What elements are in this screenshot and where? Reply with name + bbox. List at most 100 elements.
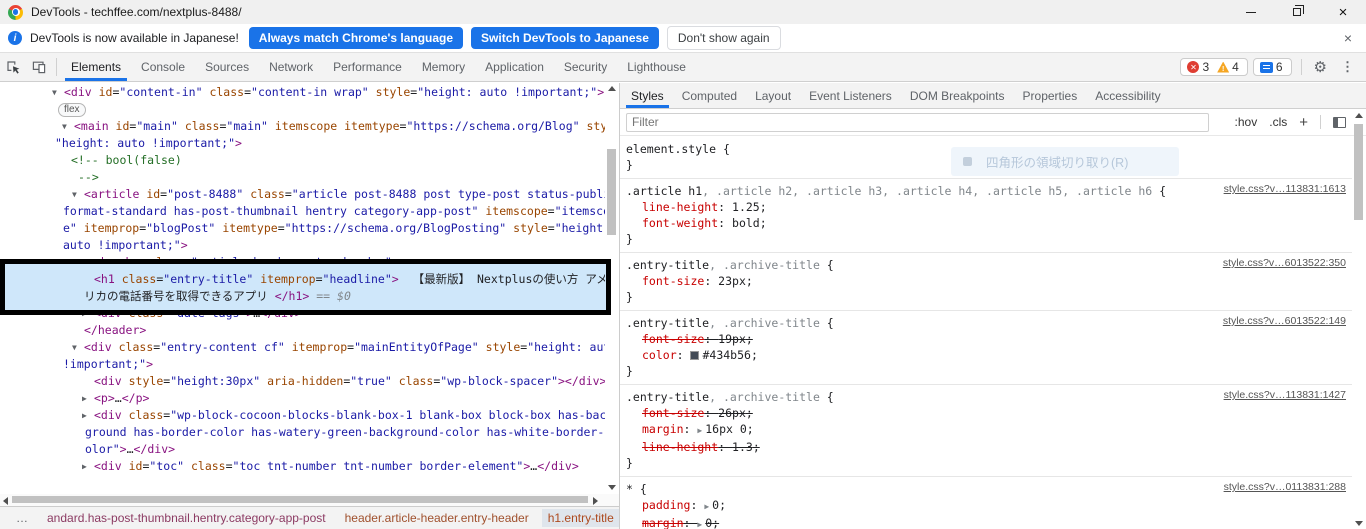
tab-console[interactable]: Console: [131, 53, 195, 81]
tab-application[interactable]: Application: [475, 53, 554, 81]
code-segment: itemtype: [222, 221, 278, 235]
dom-tree-row[interactable]: format-standard has-post-thumbnail hentr…: [0, 203, 605, 220]
sidebar-tab-properties[interactable]: Properties: [1014, 83, 1087, 108]
dom-tree-row[interactable]: -->: [0, 169, 605, 186]
sidebar-tab-computed[interactable]: Computed: [673, 83, 746, 108]
css-property[interactable]: font-size: 26px;: [626, 405, 1346, 421]
sidebar-tab-styles[interactable]: Styles: [622, 83, 673, 108]
breadcrumb-item[interactable]: andard.has-post-thumbnail.hentry.categor…: [41, 509, 332, 527]
breadcrumb-overflow[interactable]: …: [10, 509, 34, 527]
breadcrumb-item[interactable]: h1.entry-title: [541, 509, 619, 527]
expand-value-icon[interactable]: ▶: [697, 426, 702, 435]
dom-tree-row[interactable]: </header>: [0, 322, 605, 339]
tab-performance[interactable]: Performance: [323, 53, 412, 81]
infobar-close-icon[interactable]: ×: [1338, 30, 1358, 46]
tab-memory[interactable]: Memory: [412, 53, 475, 81]
dom-tree-row[interactable]: <h1 class="entry-title" itemprop="headli…: [0, 271, 605, 288]
stylesheet-link[interactable]: style.css?v…6013522:350: [1223, 257, 1346, 269]
dom-tree-row[interactable]: ▼ <main id="main" class="main" itemscope …: [0, 118, 605, 135]
dom-tree-row[interactable]: <div style="height:30px" aria-hidden="tr…: [0, 373, 605, 390]
scroll-left-icon[interactable]: [3, 497, 8, 505]
issues-badge[interactable]: ✕ 3 ! 4: [1180, 58, 1248, 76]
settings-gear-icon[interactable]: ⚙: [1306, 58, 1335, 76]
expand-arrow-icon[interactable]: ▼: [62, 118, 74, 135]
expand-value-icon[interactable]: ▶: [704, 502, 709, 511]
scrollbar-thumb[interactable]: [607, 149, 616, 235]
dom-tree-row[interactable]: auto !important;">: [0, 237, 605, 254]
toggle-sidebar-icon[interactable]: [1333, 116, 1346, 128]
sidebar-tab-event-listeners[interactable]: Event Listeners: [800, 83, 901, 108]
semicolon: ;: [712, 516, 720, 529]
sidebar-tab-accessibility[interactable]: Accessibility: [1086, 83, 1169, 108]
dom-tree-row[interactable]: e" itemprop="blogPost" itemtype="https:/…: [0, 220, 605, 237]
tab-lighthouse[interactable]: Lighthouse: [617, 53, 696, 81]
styles-vertical-scrollbar[interactable]: [1352, 110, 1366, 529]
stylesheet-link[interactable]: style.css?v…113831:1427: [1224, 389, 1346, 401]
expand-arrow-icon[interactable]: ▶: [82, 390, 94, 407]
scroll-right-icon[interactable]: [593, 497, 598, 505]
dom-tree-row[interactable]: ▼ <article id="post-8488" class="article …: [0, 186, 605, 203]
restore-button[interactable]: [1274, 0, 1320, 24]
scroll-down-icon[interactable]: [608, 485, 616, 490]
css-property[interactable]: line-height: 1.3;: [626, 439, 1346, 455]
scroll-down-icon[interactable]: [1355, 521, 1363, 526]
breadcrumb-item[interactable]: header.article-header.entry-header: [339, 509, 535, 527]
dom-tree-row[interactable]: "height: auto !important;">: [0, 135, 605, 152]
dom-tree-row[interactable]: ▶ <div id="toc" class="toc tnt-number tnt…: [0, 458, 605, 475]
css-property[interactable]: font-size: 23px;: [626, 273, 1346, 289]
css-property[interactable]: padding: ▶ 0;: [626, 497, 1346, 515]
dont-show-again-button[interactable]: Don't show again: [666, 26, 781, 50]
new-style-rule-button[interactable]: +: [1299, 114, 1308, 131]
dom-tree-row[interactable]: flex: [0, 101, 605, 118]
device-toolbar-button[interactable]: [26, 53, 52, 81]
more-options-icon[interactable]: ⋮: [1335, 59, 1360, 75]
css-property[interactable]: margin: ▶ 0;: [626, 515, 1346, 529]
toggle-hover-state-button[interactable]: :hov: [1235, 115, 1258, 129]
css-property[interactable]: line-height: 1.25;: [626, 199, 1346, 215]
dom-tree-row[interactable]: olor">…</div>: [0, 441, 605, 458]
scrollbar-thumb[interactable]: [12, 496, 588, 503]
tab-network[interactable]: Network: [259, 53, 323, 81]
match-language-button[interactable]: Always match Chrome's language: [248, 27, 464, 49]
stylesheet-link[interactable]: style.css?v…113831:1613: [1224, 183, 1346, 195]
expand-arrow-icon[interactable]: ▼: [72, 186, 84, 203]
elements-horizontal-scrollbar[interactable]: [0, 494, 619, 506]
dom-tree-row[interactable]: ground has-border-color has-watery-green…: [0, 424, 605, 441]
expand-arrow-icon[interactable]: ▶: [82, 407, 94, 424]
toggle-classes-button[interactable]: .cls: [1269, 115, 1287, 129]
switch-japanese-button[interactable]: Switch DevTools to Japanese: [471, 27, 659, 49]
sidebar-tab-layout[interactable]: Layout: [746, 83, 800, 108]
dom-tree-row[interactable]: !important;">: [0, 356, 605, 373]
expand-arrow-icon[interactable]: ▼: [52, 84, 64, 101]
dom-tree-row[interactable]: リカの電話番号を取得できるアプリ </h1> == $0: [0, 288, 605, 305]
dom-tree-row[interactable]: ▶ <p>…</p>: [0, 390, 605, 407]
dom-tree-row[interactable]: <!-- bool(false): [0, 152, 605, 169]
stylesheet-link[interactable]: style.css?v…0113831:288: [1224, 481, 1346, 493]
scrollbar-thumb[interactable]: [1354, 124, 1363, 220]
styles-filter-input[interactable]: [626, 112, 1209, 132]
tab-elements[interactable]: Elements: [61, 53, 131, 81]
scroll-up-icon[interactable]: [608, 86, 616, 91]
expand-arrow-icon[interactable]: ▼: [72, 339, 84, 356]
sidebar-tab-dom-breakpoints[interactable]: DOM Breakpoints: [901, 83, 1014, 108]
tab-security[interactable]: Security: [554, 53, 617, 81]
css-property[interactable]: font-size: 19px;: [626, 331, 1346, 347]
expand-arrow-icon[interactable]: ▶: [82, 458, 94, 475]
css-property[interactable]: color: #434b56;: [626, 347, 1346, 363]
stylesheet-link[interactable]: style.css?v…6013522:149: [1223, 315, 1346, 327]
inspect-element-button[interactable]: [0, 53, 26, 81]
tab-sources[interactable]: Sources: [195, 53, 259, 81]
close-button[interactable]: ×: [1320, 0, 1366, 24]
dom-tree-row[interactable]: ▼ <div class="entry-content cf" itemprop=…: [0, 339, 605, 356]
css-property[interactable]: font-weight: bold;: [626, 215, 1346, 231]
scroll-up-icon[interactable]: [1355, 113, 1363, 118]
color-swatch[interactable]: [690, 351, 700, 360]
css-property[interactable]: margin: ▶ 16px 0;: [626, 421, 1346, 439]
open-brace: {: [632, 482, 647, 496]
minimize-button[interactable]: [1228, 0, 1274, 24]
code-segment: <div: [84, 340, 119, 354]
expand-value-icon[interactable]: ▶: [697, 520, 702, 529]
messages-badge[interactable]: 6: [1252, 58, 1292, 76]
dom-tree-row[interactable]: ▶ <div class="wp-block-cocoon-blocks-blan…: [0, 407, 605, 424]
dom-tree-row[interactable]: ▼ <div id="content-in" class="content-in …: [0, 84, 605, 101]
